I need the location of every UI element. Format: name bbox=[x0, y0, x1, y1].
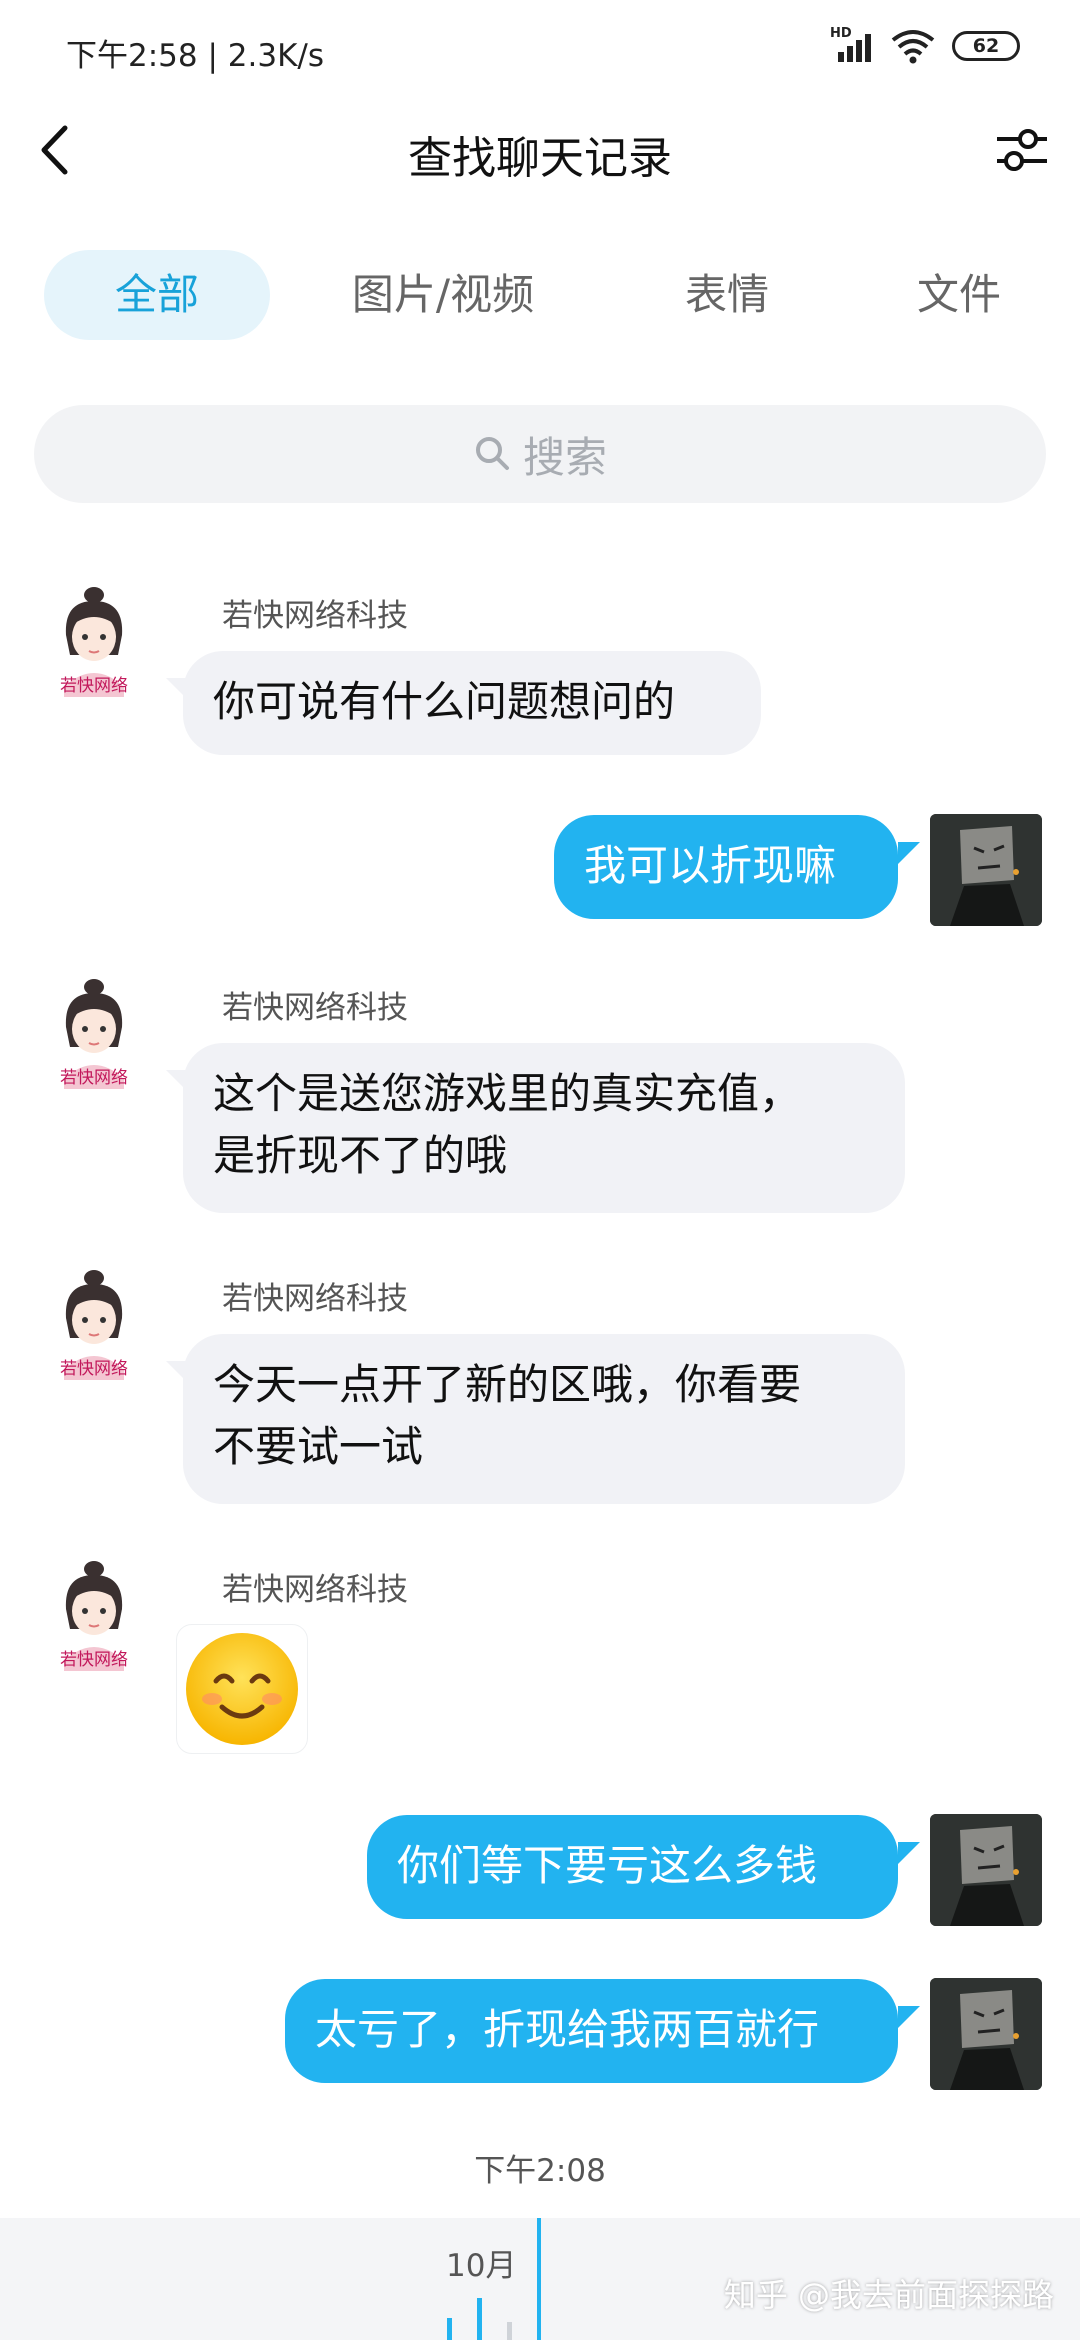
tab-files[interactable]: 文件 bbox=[892, 250, 1026, 340]
search-icon bbox=[475, 437, 509, 470]
message-item: 若快网络 若快网络科技 这个是送您游戏里的真实充值， 是折现不了的哦 bbox=[0, 972, 1080, 1222]
sender-name: 若快网络科技 bbox=[222, 1281, 408, 1317]
tab-all[interactable]: 全部 bbox=[44, 250, 270, 340]
message-bubble[interactable]: 今天一点开了新的区哦，你看要 不要试一试 bbox=[183, 1334, 905, 1504]
avatar[interactable]: 若快网络 bbox=[44, 977, 144, 1097]
avatar[interactable] bbox=[930, 814, 1042, 926]
message-item: 若快网络 若快网络科技 bbox=[0, 1554, 1080, 1764]
hd-label: HD bbox=[830, 26, 852, 41]
message-bubble[interactable]: 你可说有什么问题想问的 bbox=[183, 651, 761, 755]
sender-name: 若快网络科技 bbox=[222, 1572, 408, 1608]
battery-icon: 62 bbox=[952, 31, 1020, 61]
status-icons: HD 62 bbox=[830, 26, 1020, 66]
status-time-speed: 下午2:58 | 2.3K/s bbox=[66, 38, 324, 74]
message-item: 若快网络 若快网络科技 今天一点开了新的区哦，你看要 不要试一试 bbox=[0, 1263, 1080, 1513]
message-time: 下午2:08 bbox=[474, 2153, 606, 2189]
timeline-bar bbox=[477, 2298, 482, 2340]
filter-settings-icon[interactable] bbox=[990, 120, 1054, 180]
sender-name: 若快网络科技 bbox=[222, 990, 408, 1026]
avatar[interactable] bbox=[930, 1978, 1042, 2090]
message-line: 今天一点开了新的区哦，你看要 bbox=[213, 1360, 802, 1409]
tab-images-videos[interactable]: 图片/视频 bbox=[328, 250, 558, 340]
watermark: 知乎 @我去前面探探路 bbox=[723, 2276, 1054, 2314]
status-bar: 下午2:58 | 2.3K/s HD 62 bbox=[0, 0, 1080, 100]
avatar-label: 若快网络 bbox=[60, 1650, 128, 1670]
message-bubble[interactable]: 我可以折现嘛 bbox=[554, 815, 898, 919]
avatar-label: 若快网络 bbox=[60, 676, 128, 696]
message-line: 不要试一试 bbox=[213, 1422, 424, 1471]
smiling-face-icon bbox=[186, 1633, 298, 1745]
message-item: 你们等下要亏这么多钱 bbox=[0, 1810, 1080, 1940]
category-tabs: 全部 图片/视频 表情 文件 bbox=[0, 250, 1080, 340]
sticker-message[interactable] bbox=[176, 1624, 308, 1754]
timeline-cursor[interactable] bbox=[537, 2218, 541, 2340]
search-input[interactable]: 搜索 bbox=[34, 405, 1046, 503]
message-item: 太亏了，折现给我两百就行 bbox=[0, 1974, 1080, 2104]
message-bubble[interactable]: 这个是送您游戏里的真实充值， 是折现不了的哦 bbox=[183, 1043, 905, 1213]
message-item: 若快网络 若快网络科技 你可说有什么问题想问的 bbox=[0, 580, 1080, 770]
nav-bar: 查找聊天记录 bbox=[0, 100, 1080, 200]
message-bubble[interactable]: 太亏了，折现给我两百就行 bbox=[285, 1979, 898, 2083]
signal-icon: HD bbox=[830, 26, 874, 66]
message-item: 我可以折现嘛 bbox=[0, 810, 1080, 940]
search-placeholder: 搜索 bbox=[522, 432, 607, 482]
sender-name: 若快网络科技 bbox=[222, 598, 408, 634]
page-title: 查找聊天记录 bbox=[408, 133, 672, 184]
timeline-bar bbox=[447, 2318, 452, 2340]
avatar[interactable] bbox=[930, 1814, 1042, 1926]
message-line: 是折现不了的哦 bbox=[213, 1131, 508, 1180]
timeline-bar bbox=[507, 2322, 512, 2340]
timeline-scrubber[interactable]: 10月 知乎 @我去前面探探路 bbox=[0, 2218, 1080, 2340]
avatar[interactable]: 若快网络 bbox=[44, 585, 144, 705]
avatar[interactable]: 若快网络 bbox=[44, 1559, 144, 1679]
avatar[interactable]: 若快网络 bbox=[44, 1268, 144, 1388]
wifi-icon bbox=[891, 30, 935, 64]
tab-stickers[interactable]: 表情 bbox=[660, 250, 794, 340]
message-bubble[interactable]: 你们等下要亏这么多钱 bbox=[367, 1815, 898, 1919]
month-label: 10月 bbox=[446, 2248, 517, 2284]
message-line: 这个是送您游戏里的真实充值， bbox=[213, 1069, 802, 1118]
avatar-label: 若快网络 bbox=[60, 1359, 128, 1379]
avatar-label: 若快网络 bbox=[60, 1068, 128, 1088]
